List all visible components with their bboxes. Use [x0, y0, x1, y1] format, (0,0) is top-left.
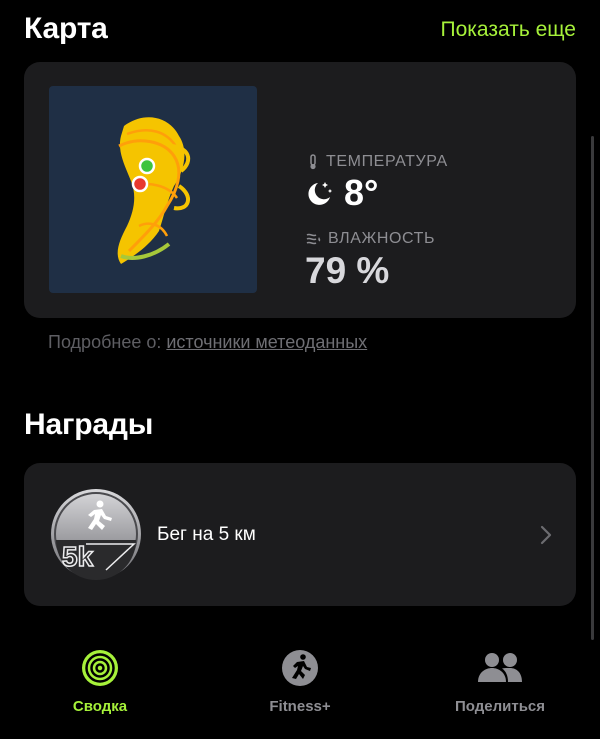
- map-weather-card: ТЕМПЕРАТУРА 8° ВЛАЖНОСТЬ 79 %: [24, 62, 576, 318]
- temperature-value-row: 8°: [304, 172, 378, 214]
- thermometer-icon: [310, 154, 316, 170]
- end-marker-icon: [131, 175, 149, 193]
- moon-stars-icon: [308, 182, 332, 205]
- start-marker-icon: [138, 157, 156, 175]
- tab-bar: Сводка Fitness+ Поделиться: [0, 640, 600, 739]
- tab-fitness-plus-label: Fitness+: [269, 698, 331, 715]
- route-path-icon: [117, 117, 191, 264]
- awards-section-title: Награды: [24, 408, 154, 441]
- map-section-title: Карта: [24, 12, 108, 45]
- chevron-right-icon: [540, 525, 552, 545]
- humidity-value: 79 %: [305, 250, 390, 291]
- show-more-link[interactable]: Показать еще: [440, 18, 576, 42]
- award-item[interactable]: 5k Бег на 5 км: [24, 463, 576, 606]
- fitness-plus-icon: [282, 650, 318, 686]
- 5k-run-badge-icon: 5k: [51, 489, 141, 580]
- award-label: Бег на 5 км: [157, 524, 256, 545]
- sharing-icon: [478, 653, 522, 682]
- humidity-icon: [306, 233, 321, 245]
- scrollbar[interactable]: [591, 136, 594, 640]
- humidity-label: ВЛАЖНОСТЬ: [306, 230, 435, 248]
- sources-prefix: Подробнее о:: [48, 332, 167, 352]
- temperature-label-text: ТЕМПЕРАТУРА: [326, 153, 448, 170]
- weather-sources-note: Подробнее о: источники метеоданных: [48, 332, 367, 353]
- activity-rings-icon: [82, 650, 118, 686]
- route-map[interactable]: [49, 86, 257, 293]
- tab-fitness-plus[interactable]: Fitness+: [200, 640, 400, 720]
- weather-sources-link[interactable]: источники метеоданных: [166, 332, 367, 352]
- workout-detail-screen: Карта Показать еще ТЕМПЕРАТУРА 8° ВЛАЖНО…: [0, 0, 600, 739]
- tab-sharing[interactable]: Поделиться: [400, 640, 600, 720]
- humidity-label-text: ВЛАЖНОСТЬ: [328, 230, 436, 247]
- tab-summary[interactable]: Сводка: [0, 640, 200, 720]
- temperature-value: 8°: [344, 172, 379, 213]
- tab-sharing-label: Поделиться: [454, 698, 546, 715]
- svg-text:5k: 5k: [62, 541, 94, 572]
- tab-summary-label: Сводка: [72, 698, 128, 715]
- temperature-label: ТЕМПЕРАТУРА: [306, 153, 448, 171]
